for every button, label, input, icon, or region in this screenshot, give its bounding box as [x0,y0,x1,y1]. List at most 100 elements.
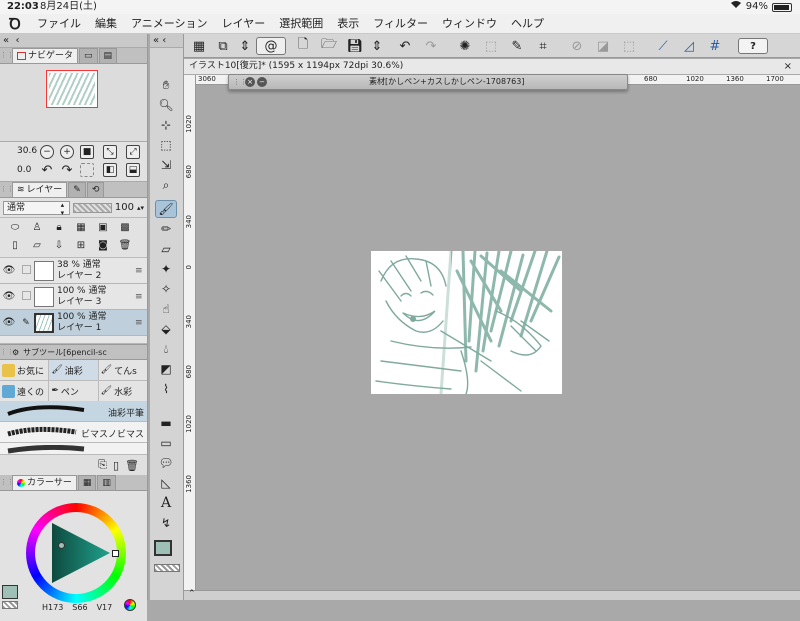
subtool-group[interactable]: お気に [0,360,49,380]
save-icon[interactable]: 💾︎ [346,37,364,55]
eye-icon[interactable]: 👁︎ [0,265,18,276]
layer-row[interactable]: 👁︎ 100 % 通常 レイヤー 3 ≡ [0,284,147,310]
tab-info[interactable]: ▤ [98,48,118,63]
brush-item[interactable]: ビマスノビマス [0,422,147,443]
flip-horizontal-icon[interactable]: ◧ [103,163,117,177]
fill-dim-icon[interactable]: ◪ [594,37,612,55]
menu-edit[interactable]: 編集 [88,14,124,34]
undo-icon[interactable]: ↶ [396,37,414,55]
transform-icon[interactable]: ⬚ [482,37,500,55]
select-dim-icon[interactable]: ⬚ [620,37,638,55]
layer-lock-toggle[interactable] [18,290,34,303]
transparent-color-swatch[interactable] [2,601,18,609]
zoom-tool-icon[interactable]: 🔍︎ [155,96,177,114]
close-panel-icon[interactable]: × [245,77,255,87]
move-tool-icon[interactable]: ⇲ [155,156,177,174]
brush-item[interactable]: 油彩平筆 [0,401,147,422]
brush-tool-icon[interactable]: 🖌︎ [155,200,177,218]
actual-size-icon[interactable]: ⤡ [103,145,117,159]
lock-icon[interactable]: 🔒︎ [52,222,66,234]
lock-alpha-icon[interactable]: ▦ [74,222,88,234]
eye-icon[interactable]: 👁︎ [0,317,18,328]
eyedropper-tool-icon[interactable]: ⌇ [155,380,177,398]
operation-tool-icon[interactable]: ⊹ [155,116,177,134]
artwork-canvas[interactable] [371,251,562,394]
menu-window[interactable]: ウィンドウ [435,14,504,34]
main-color-swatch[interactable] [2,585,18,599]
tab-layer-property[interactable]: ✎ [68,182,86,197]
new-folder-icon[interactable]: ⊞ [74,240,88,252]
loading-icon[interactable]: ✺ [456,37,474,55]
frame-tool-icon[interactable]: ▭ [155,434,177,452]
figure-tool-icon[interactable]: ▬ [155,414,177,432]
app-logo-icon[interactable]: Ꝺ [0,14,30,34]
expand-up-icon[interactable]: ⌃ [188,589,196,599]
layer-row-partial[interactable] [0,336,147,344]
clear-icon[interactable]: ⊘ [568,37,586,55]
panel-grip-icon[interactable]: ⋮⋮ [0,47,14,63]
correct-line-tool-icon[interactable]: ↯ [155,514,177,532]
menu-animation[interactable]: アニメーション [124,14,215,34]
menu-layer[interactable]: レイヤー [215,14,273,34]
blend-mode-select[interactable]: 通常 [3,200,71,217]
close-document-icon[interactable]: × [784,59,792,74]
grid-view-icon[interactable]: ▦ [190,37,208,55]
menu-selection[interactable]: 選択範囲 [272,14,330,34]
fit-screen-icon[interactable]: ■ [80,145,94,159]
new-raster-layer-icon[interactable]: ▯ [8,240,22,252]
hue-handle[interactable] [112,550,119,557]
up-down-icon[interactable]: ⇕ [236,37,254,55]
tab-subview[interactable]: ▭ [79,48,98,63]
zoom-in-icon[interactable]: + [60,145,74,159]
rotate-right-icon[interactable]: ↷ [60,163,74,178]
gradient-tool-icon[interactable]: ◩ [155,360,177,378]
clipping-icon[interactable]: ⬭ [8,222,22,234]
fit-window-icon[interactable]: ⤢ [126,145,140,159]
subtool-group[interactable]: 🖌︎ てんs [98,360,147,380]
layer-menu-icon[interactable]: ≡ [135,318,147,328]
new-file-icon[interactable]: 🗋︎ [294,37,312,55]
layer-mask-icon[interactable]: ◙ [96,240,110,252]
subtool-group[interactable]: 🖌︎ 水彩 [98,381,147,401]
opacity-stepper-icon[interactable]: ▴▾ [137,204,144,212]
delete-subtool-icon[interactable]: 🗑︎ [125,459,139,472]
tool-transparent-swatch[interactable] [154,564,180,572]
color-picker-handle[interactable] [58,542,65,549]
tab-color-history[interactable]: ▥ [97,475,116,490]
swirl-icon[interactable]: @ [256,37,286,55]
eraser-tool-icon[interactable]: ▱ [155,240,177,258]
menu-view[interactable]: 表示 [330,14,366,34]
panel-grip-icon[interactable]: ⋮⋮ [0,474,14,490]
pencil-tool-icon[interactable]: ✏︎ [155,220,177,238]
minimize-panel-icon[interactable]: − [257,77,267,87]
subtool-group[interactable]: ✒︎ ペン [49,381,98,401]
layer-row[interactable]: 👁︎ 38 % 通常 レイヤー 2 ≡ [0,258,147,284]
eye-icon[interactable]: 👁︎ [0,291,18,302]
color-mode-icon[interactable] [124,599,136,611]
tab-history[interactable]: ⟲ [86,182,105,197]
ruler-snap-icon[interactable]: ⟋ [654,37,672,55]
layer-lock-toggle[interactable] [18,264,34,277]
opacity-slider[interactable] [73,202,112,213]
crop-icon[interactable]: ⌗ [534,37,552,55]
save-options-icon[interactable]: ⇕ [368,37,386,55]
subtool-settings-icon[interactable]: ⚙ [12,348,19,357]
collapse-tools-button[interactable]: « ‹ [150,34,183,48]
flip-vertical-icon[interactable]: ⬓ [126,163,140,177]
tool-color-swatch[interactable] [154,540,172,556]
layer-row[interactable]: 👁︎ ✎ 100 % 通常 レイヤー 1 ≡ [0,310,147,336]
layer-menu-icon[interactable]: ≡ [135,266,147,276]
screen-mode-icon[interactable]: ⧉ [214,37,232,55]
open-folder-icon[interactable]: 🗁︎ [320,37,338,55]
menu-help[interactable]: ヘルプ [504,14,551,34]
horizontal-scrollbar[interactable]: ⌃ [184,589,800,600]
redo-icon[interactable]: ↷ [422,37,440,55]
tab-color-set[interactable]: ▦ [77,475,97,490]
navigator-preview[interactable] [0,64,147,142]
help-button[interactable]: ? [738,38,768,54]
balloon-tool-icon[interactable]: 💬︎ [155,454,177,472]
menu-file[interactable]: ファイル [30,14,88,34]
pen-line-icon[interactable]: ✎ [508,37,526,55]
auto-select-tool-icon[interactable]: ⌕ [155,176,177,194]
grid-snap-icon[interactable]: # [706,37,724,55]
